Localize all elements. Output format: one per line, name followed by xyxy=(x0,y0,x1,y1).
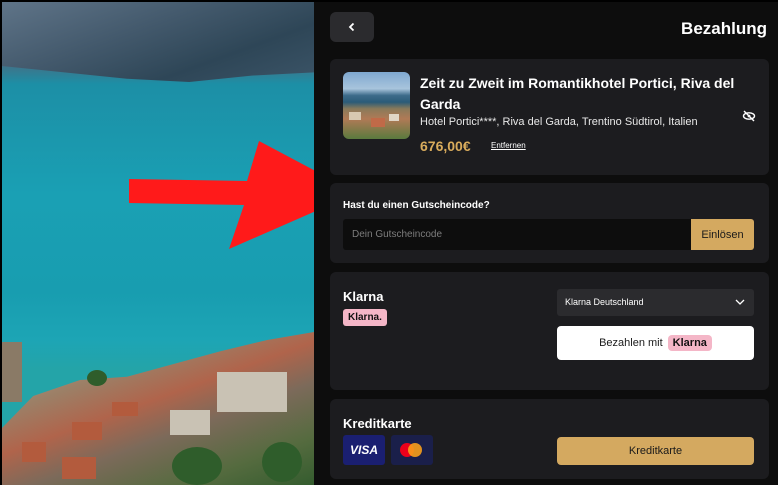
mastercard-circle-orange xyxy=(408,443,422,457)
voucher-label: Hast du einen Gutscheincode? xyxy=(343,200,490,211)
product-thumbnail xyxy=(343,72,410,139)
creditcard-title: Kreditkarte xyxy=(343,416,412,431)
chevron-left-icon xyxy=(348,22,355,32)
building-roof xyxy=(217,372,287,412)
voucher-code-input[interactable] xyxy=(343,219,691,250)
product-card: Zeit zu Zweit im Romantikhotel Portici, … xyxy=(330,59,769,175)
tree xyxy=(172,447,222,485)
voucher-card: Hast du einen Gutscheincode? Einlösen xyxy=(330,183,769,263)
creditcard-payment-card: Kreditkarte VISA Kreditkarte xyxy=(330,399,769,479)
back-button[interactable] xyxy=(330,12,374,42)
klarna-payment-card: Klarna Klarna. Klarna Deutschland Bezahl… xyxy=(330,272,769,390)
thumbnail-detail xyxy=(389,114,399,121)
building-roof xyxy=(22,442,46,462)
product-location: Hotel Portici****, Riva del Garda, Trent… xyxy=(420,116,698,128)
redeem-button[interactable]: Einlösen xyxy=(691,219,754,250)
pay-with-klarna-button[interactable]: Bezahlen mit Klarna xyxy=(557,326,754,360)
checkout-panel: Bezahlung Zeit zu Zweit im Romantikhotel… xyxy=(314,2,778,485)
building-roof xyxy=(62,457,96,479)
screenshot-frame: Bezahlung Zeit zu Zweit im Romantikhotel… xyxy=(0,0,778,485)
thumbnail-detail xyxy=(349,112,361,120)
chevron-down-icon xyxy=(735,299,745,305)
creditcard-button[interactable]: Kreditkarte xyxy=(557,437,754,465)
pay-with-label: Bezahlen mit xyxy=(599,337,663,349)
page-title: Bezahlung xyxy=(681,19,767,38)
mountain-shape xyxy=(2,2,314,82)
klarna-country-value: Klarna Deutschland xyxy=(565,297,644,307)
mastercard-logo xyxy=(391,435,433,465)
klarna-logo-badge: Klarna. xyxy=(343,309,387,326)
klarna-title: Klarna xyxy=(343,289,384,304)
building-roof xyxy=(72,422,102,440)
product-title: Zeit zu Zweit im Romantikhotel Portici, … xyxy=(420,75,735,112)
shoreline-left xyxy=(2,342,22,402)
visa-logo: VISA xyxy=(343,435,385,465)
product-price: 676,00€ xyxy=(420,138,471,154)
eye-off-icon[interactable] xyxy=(742,109,756,123)
tree xyxy=(262,442,302,482)
tree xyxy=(87,370,107,386)
remove-link[interactable]: Entfernen xyxy=(491,141,526,150)
klarna-country-select[interactable]: Klarna Deutschland xyxy=(557,289,754,316)
building-roof xyxy=(112,402,138,416)
thumbnail-detail xyxy=(371,118,385,127)
building-roof xyxy=(170,410,210,435)
klarna-brand-pill: Klarna xyxy=(667,335,712,351)
